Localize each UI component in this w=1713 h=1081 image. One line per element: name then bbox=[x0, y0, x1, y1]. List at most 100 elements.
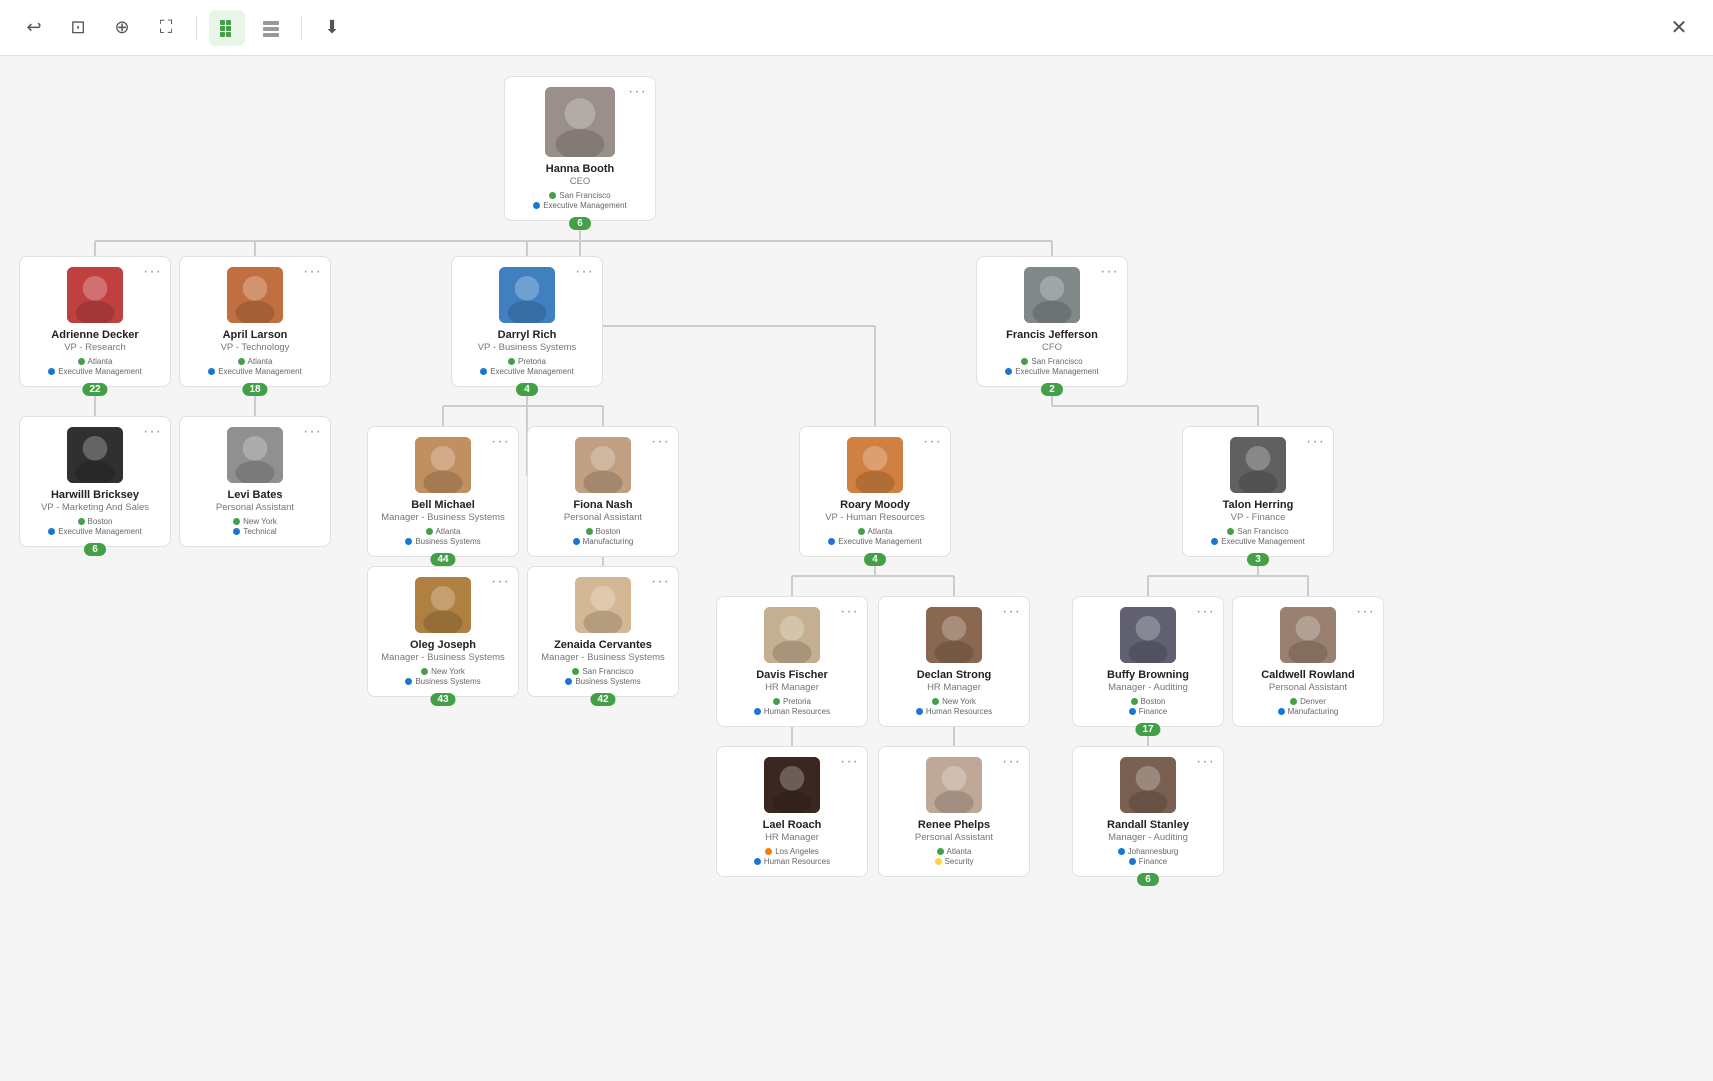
title-harwilll: VP - Marketing And Sales bbox=[32, 502, 158, 513]
fullscreen-button[interactable]: ⛶ bbox=[148, 10, 184, 46]
dept-lael: Human Resources bbox=[764, 857, 830, 866]
node-declan-menu[interactable]: ··· bbox=[1002, 603, 1021, 621]
node-renee[interactable]: ··· Renee Phelps Personal Assistant Atla… bbox=[878, 746, 1030, 877]
node-zenaida-menu[interactable]: ··· bbox=[651, 573, 670, 591]
node-francis[interactable]: ··· Francis Jefferson CFO San Francisco … bbox=[976, 256, 1128, 387]
avatar-talon bbox=[1230, 437, 1286, 493]
avatar-oleg bbox=[415, 577, 471, 633]
node-davis[interactable]: ··· Davis Fischer HR Manager Pretoria Hu… bbox=[716, 596, 868, 727]
node-darryl[interactable]: ··· Darryl Rich VP - Business Systems Pr… bbox=[451, 256, 603, 387]
node-hanna-menu[interactable]: ··· bbox=[628, 83, 647, 101]
location-declan: New York bbox=[942, 697, 976, 706]
node-darryl-menu[interactable]: ··· bbox=[575, 263, 594, 281]
node-april-menu[interactable]: ··· bbox=[303, 263, 322, 281]
node-renee-menu[interactable]: ··· bbox=[1002, 753, 1021, 771]
dept-harwilll: Executive Management bbox=[58, 527, 142, 536]
loc-dot-buffy bbox=[1131, 698, 1138, 705]
undo-button[interactable]: ↩ bbox=[16, 10, 52, 46]
location-davis: Pretoria bbox=[783, 697, 811, 706]
name-roary: Roary Moody bbox=[812, 498, 938, 512]
loc-dot-april bbox=[238, 358, 245, 365]
location-darryl: Pretoria bbox=[518, 357, 546, 366]
name-april: April Larson bbox=[192, 328, 318, 342]
node-levi[interactable]: ··· Levi Bates Personal Assistant New Yo… bbox=[179, 416, 331, 547]
loc-dot-fiona bbox=[586, 528, 593, 535]
node-adrienne[interactable]: ··· Adrienne Decker VP - Research Atlant… bbox=[19, 256, 171, 387]
node-oleg[interactable]: ··· Oleg Joseph Manager - Business Syste… bbox=[367, 566, 519, 697]
org-chart-canvas: ··· Hanna Booth CEO San Francisco Execut… bbox=[0, 56, 1713, 1056]
node-declan[interactable]: ··· Declan Strong HR Manager New York Hu… bbox=[878, 596, 1030, 727]
close-button[interactable]: ✕ bbox=[1661, 10, 1697, 46]
name-lael: Lael Roach bbox=[729, 818, 855, 832]
node-randall-menu[interactable]: ··· bbox=[1196, 753, 1215, 771]
avatar-francis bbox=[1024, 267, 1080, 323]
view-tree-button[interactable] bbox=[209, 10, 245, 46]
node-caldwell[interactable]: ··· Caldwell Rowland Personal Assistant … bbox=[1232, 596, 1384, 727]
node-fiona-menu[interactable]: ··· bbox=[651, 433, 670, 451]
badge-randall: 6 bbox=[1137, 873, 1159, 886]
dept-renee: Security bbox=[945, 857, 974, 866]
title-buffy: Manager - Auditing bbox=[1085, 682, 1211, 693]
avatar-levi bbox=[227, 427, 283, 483]
node-talon-menu[interactable]: ··· bbox=[1306, 433, 1325, 451]
select-button[interactable]: ⊡ bbox=[60, 10, 96, 46]
node-oleg-menu[interactable]: ··· bbox=[491, 573, 510, 591]
badge-adrienne: 22 bbox=[82, 383, 107, 396]
node-bell[interactable]: ··· Bell Michael Manager - Business Syst… bbox=[367, 426, 519, 557]
avatar-caldwell bbox=[1280, 607, 1336, 663]
node-francis-menu[interactable]: ··· bbox=[1100, 263, 1119, 281]
node-fiona[interactable]: ··· Fiona Nash Personal Assistant Boston… bbox=[527, 426, 679, 557]
node-adrienne-menu[interactable]: ··· bbox=[143, 263, 162, 281]
badge-april: 18 bbox=[242, 383, 267, 396]
name-levi: Levi Bates bbox=[192, 488, 318, 502]
node-buffy-menu[interactable]: ··· bbox=[1196, 603, 1215, 621]
dept-hanna: Executive Management bbox=[543, 201, 627, 210]
download-button[interactable]: ⬇ bbox=[314, 10, 350, 46]
node-davis-menu[interactable]: ··· bbox=[840, 603, 859, 621]
node-randall[interactable]: ··· Randall Stanley Manager - Auditing J… bbox=[1072, 746, 1224, 877]
loc-dot-levi bbox=[233, 518, 240, 525]
avatar-darryl bbox=[499, 267, 555, 323]
badge-harwilll: 6 bbox=[84, 543, 106, 556]
title-oleg: Manager - Business Systems bbox=[380, 652, 506, 663]
node-april[interactable]: ··· April Larson VP - Technology Atlanta… bbox=[179, 256, 331, 387]
node-buffy[interactable]: ··· Buffy Browning Manager - Auditing Bo… bbox=[1072, 596, 1224, 727]
dept-april: Executive Management bbox=[218, 367, 302, 376]
view-list-button[interactable] bbox=[253, 10, 289, 46]
loc-dot-adrienne bbox=[78, 358, 85, 365]
node-lael[interactable]: ··· Lael Roach HR Manager Los Angeles Hu… bbox=[716, 746, 868, 877]
dept-dot-davis bbox=[754, 708, 761, 715]
dept-declan: Human Resources bbox=[926, 707, 992, 716]
node-levi-menu[interactable]: ··· bbox=[303, 423, 322, 441]
node-roary-menu[interactable]: ··· bbox=[923, 433, 942, 451]
title-april: VP - Technology bbox=[192, 342, 318, 353]
title-darryl: VP - Business Systems bbox=[464, 342, 590, 353]
badge-darryl: 4 bbox=[516, 383, 538, 396]
dept-dot-caldwell bbox=[1278, 708, 1285, 715]
node-harwilll[interactable]: ··· Harwilll Bricksey VP - Marketing And… bbox=[19, 416, 171, 547]
location-oleg: New York bbox=[431, 667, 465, 676]
loc-dot-harwilll bbox=[78, 518, 85, 525]
dept-bell: Business Systems bbox=[415, 537, 480, 546]
avatar-declan bbox=[926, 607, 982, 663]
name-adrienne: Adrienne Decker bbox=[32, 328, 158, 342]
dept-dot-harwilll bbox=[48, 528, 55, 535]
add-button[interactable]: ⊕ bbox=[104, 10, 140, 46]
node-hanna[interactable]: ··· Hanna Booth CEO San Francisco Execut… bbox=[504, 76, 656, 221]
name-darryl: Darryl Rich bbox=[464, 328, 590, 342]
node-harwilll-menu[interactable]: ··· bbox=[143, 423, 162, 441]
node-lael-menu[interactable]: ··· bbox=[840, 753, 859, 771]
loc-dot-randall bbox=[1118, 848, 1125, 855]
location-francis: San Francisco bbox=[1031, 357, 1082, 366]
dept-zenaida: Business Systems bbox=[575, 677, 640, 686]
node-caldwell-menu[interactable]: ··· bbox=[1356, 603, 1375, 621]
badge-roary: 4 bbox=[864, 553, 886, 566]
avatar-lael bbox=[764, 757, 820, 813]
node-bell-menu[interactable]: ··· bbox=[491, 433, 510, 451]
title-fiona: Personal Assistant bbox=[540, 512, 666, 523]
node-zenaida[interactable]: ··· Zenaida Cervantes Manager - Business… bbox=[527, 566, 679, 697]
location-april: Atlanta bbox=[248, 357, 273, 366]
node-talon[interactable]: ··· Talon Herring VP - Finance San Franc… bbox=[1182, 426, 1334, 557]
node-roary[interactable]: ··· Roary Moody VP - Human Resources Atl… bbox=[799, 426, 951, 557]
dept-dot-declan bbox=[916, 708, 923, 715]
